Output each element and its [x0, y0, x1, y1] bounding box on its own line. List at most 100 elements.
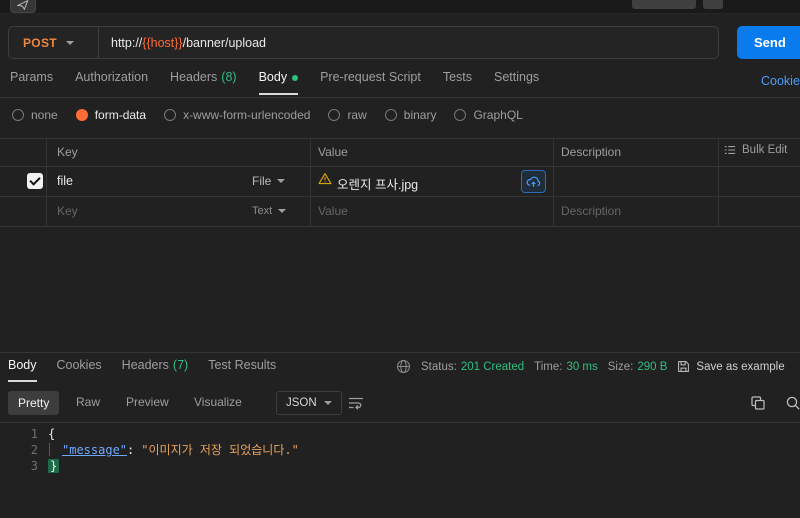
- table-border: [718, 138, 719, 226]
- response-tab-headers-label: Headers: [121, 358, 169, 372]
- send-icon[interactable]: [10, 0, 36, 13]
- upload-file-button[interactable]: [521, 170, 546, 193]
- search-icon[interactable]: [785, 395, 800, 411]
- column-header-value: Value: [318, 145, 348, 159]
- response-tab-headers[interactable]: Headers (7): [122, 358, 189, 382]
- time-value: 30 ms: [566, 360, 598, 373]
- tab-settings[interactable]: Settings: [494, 70, 539, 95]
- table-border: [553, 138, 554, 226]
- view-preview-button[interactable]: Preview: [126, 395, 169, 409]
- line-number: 1: [30, 427, 38, 441]
- file-name-value[interactable]: 오렌지 프사.jpg: [337, 174, 418, 193]
- view-pretty-button[interactable]: Pretty: [8, 391, 60, 415]
- postman-app: POST http://{{host}}/banner/upload Send …: [0, 0, 800, 518]
- file-type-label: File: [252, 174, 272, 188]
- tab-body-label: Body: [258, 70, 288, 84]
- time-label: Time:: [534, 360, 563, 373]
- divider: [0, 352, 800, 353]
- text-type-select[interactable]: Text: [252, 205, 287, 217]
- response-tab-test-results[interactable]: Test Results: [208, 358, 276, 382]
- view-visualize-button[interactable]: Visualize: [194, 395, 242, 409]
- body-type-none[interactable]: none: [12, 108, 58, 122]
- save-as-example-label: Save as example: [696, 360, 785, 373]
- json-string-value: "이미지가 저장 되었습니다.": [141, 443, 299, 457]
- tab-headers[interactable]: Headers (8): [170, 70, 237, 95]
- status-label: Status:: [421, 360, 457, 373]
- format-select[interactable]: JSON: [276, 391, 342, 415]
- body-type-label: none: [31, 108, 58, 122]
- wrap-text-icon[interactable]: [348, 396, 364, 410]
- tab-pre-request-script[interactable]: Pre-request Script: [320, 70, 421, 95]
- upload-cloud-icon: [526, 176, 541, 187]
- time-group: Time: 30 ms: [534, 361, 598, 373]
- table-border: [46, 138, 47, 226]
- body-type-binary[interactable]: binary: [384, 108, 436, 122]
- body-type-label: x-www-form-urlencoded: [183, 108, 311, 122]
- url-input[interactable]: http://{{host}}/banner/upload: [99, 27, 718, 58]
- json-key[interactable]: "message": [62, 443, 127, 457]
- response-tabs: Body Cookies Headers (7) Test Results: [8, 358, 276, 382]
- globe-icon[interactable]: [396, 359, 411, 374]
- body-type-graphql[interactable]: GraphQL: [454, 108, 523, 122]
- text-type-label: Text: [252, 205, 273, 217]
- body-type-urlencoded[interactable]: x-www-form-urlencoded: [164, 108, 310, 122]
- body-type-label: raw: [347, 108, 367, 122]
- tab-tests[interactable]: Tests: [443, 70, 472, 95]
- top-toolbar-button-small[interactable]: [703, 0, 723, 9]
- request-tabs: Params Authorization Headers (8) Body Pre…: [10, 70, 539, 95]
- size-group: Size: 290 B: [608, 361, 668, 373]
- send-button[interactable]: Send: [737, 26, 800, 59]
- body-type-raw[interactable]: raw: [328, 108, 367, 122]
- column-header-key: Key: [57, 145, 78, 159]
- chevron-down-icon: [323, 401, 332, 405]
- copy-icon[interactable]: [750, 395, 766, 411]
- code-text: {: [48, 427, 56, 441]
- code-line: 2 "message": "이미지가 저장 되었습니다.": [0, 442, 800, 458]
- chevron-down-icon: [278, 209, 287, 213]
- radio-icon: [164, 109, 177, 121]
- tab-params[interactable]: Params: [10, 70, 53, 95]
- radio-selected-icon: [75, 109, 88, 121]
- response-tab-cookies[interactable]: Cookies: [57, 358, 102, 382]
- column-header-description: Description: [561, 145, 622, 159]
- body-content-dot: [292, 75, 299, 81]
- save-icon: [678, 361, 690, 372]
- file-type-select[interactable]: File: [252, 174, 286, 188]
- bulk-edit-button[interactable]: Bulk Edit: [724, 144, 787, 156]
- url-protocol: http://: [111, 35, 143, 50]
- code-text: }: [48, 458, 60, 474]
- table-border: [0, 166, 800, 167]
- response-meta: Status: 201 Created Time: 30 ms Size: 290 B…: [396, 359, 785, 374]
- code-line: 3 }: [0, 458, 800, 474]
- line-number: 3: [30, 459, 38, 473]
- body-type-form-data[interactable]: form-data: [75, 108, 146, 122]
- bulk-edit-label: Bulk Edit: [742, 144, 788, 156]
- indent-guide: [49, 443, 50, 456]
- size-value: 290 B: [637, 360, 668, 373]
- divider: [0, 97, 800, 98]
- paper-plane-icon: [17, 0, 29, 10]
- save-as-example-button[interactable]: Save as example: [677, 360, 785, 373]
- chevron-down-icon: [277, 179, 286, 183]
- response-tab-headers-count: (7): [172, 358, 189, 372]
- format-label: JSON: [286, 397, 317, 409]
- tab-body[interactable]: Body: [258, 70, 299, 95]
- tab-authorization[interactable]: Authorization: [75, 70, 148, 95]
- status-group: Status: 201 Created: [421, 361, 524, 373]
- key-placeholder[interactable]: Key: [57, 204, 78, 218]
- description-placeholder[interactable]: Description: [561, 204, 621, 218]
- cookies-link[interactable]: Cookies: [761, 74, 800, 88]
- closing-brace-highlight: }: [48, 459, 60, 473]
- view-raw-button[interactable]: Raw: [76, 395, 100, 409]
- response-tab-body[interactable]: Body: [8, 358, 37, 382]
- bulk-edit-icon: [724, 146, 736, 154]
- value-placeholder[interactable]: Value: [318, 204, 348, 218]
- method-select[interactable]: POST: [9, 27, 99, 58]
- key-cell[interactable]: file: [57, 174, 73, 188]
- method-label: POST: [23, 35, 57, 50]
- table-border: [0, 226, 800, 227]
- warning-icon: [318, 172, 332, 185]
- top-toolbar-button[interactable]: [632, 0, 696, 9]
- code-line: 1 {: [0, 426, 800, 442]
- row-checkbox[interactable]: [27, 173, 43, 189]
